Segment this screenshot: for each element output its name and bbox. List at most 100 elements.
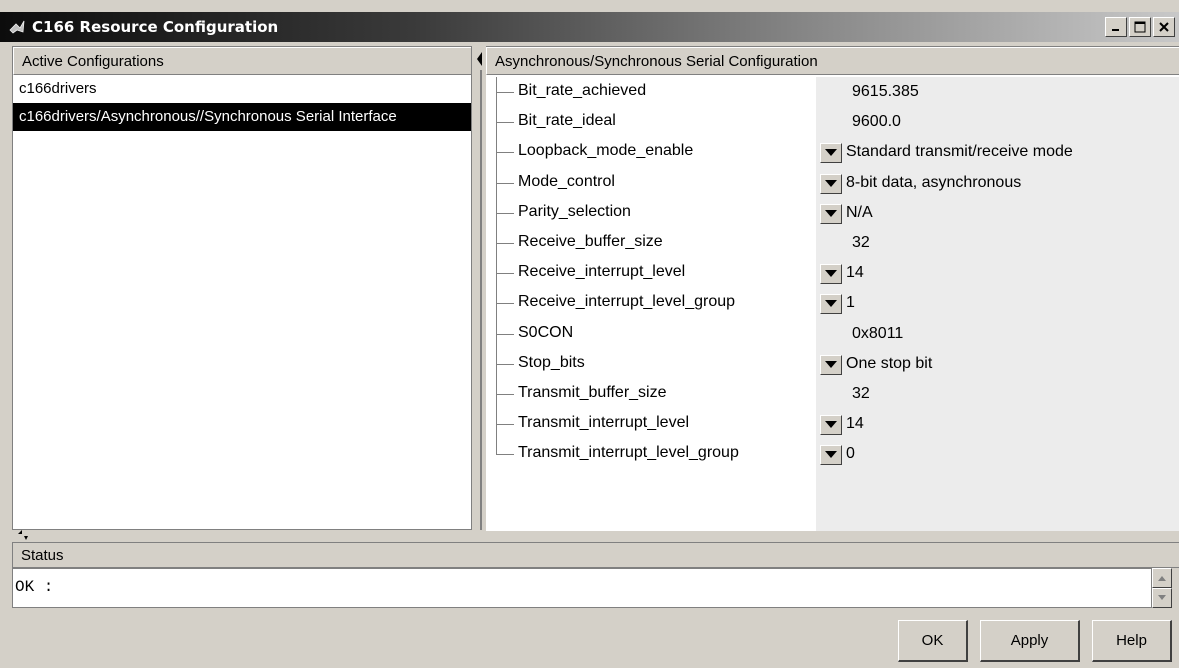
property-row: Stop_bits One stop bit xyxy=(486,349,1179,379)
configuration-list-item[interactable]: c166drivers xyxy=(13,75,471,103)
tree-branch-line xyxy=(496,333,514,335)
vertical-splitter[interactable] xyxy=(476,50,484,530)
status-header: Status xyxy=(12,542,1179,568)
ok-button[interactable]: OK xyxy=(898,620,968,662)
serial-configuration-panel: Asynchronous/Synchronous Serial Configur… xyxy=(486,46,1179,531)
close-button[interactable] xyxy=(1153,17,1175,37)
serial-configuration-header: Asynchronous/Synchronous Serial Configur… xyxy=(486,47,1179,75)
tree-branch-line xyxy=(496,454,514,456)
configuration-list-item[interactable]: c166drivers/Asynchronous//Synchronous Se… xyxy=(13,103,471,131)
property-name: Stop_bits xyxy=(518,353,585,371)
help-button[interactable]: Help xyxy=(1092,620,1172,662)
property-name: Transmit_interrupt_level_group xyxy=(518,444,739,462)
dropdown-button[interactable] xyxy=(820,264,842,285)
property-row: Mode_control 8-bit data, asynchronous xyxy=(486,168,1179,198)
property-row: Loopback_mode_enable Standard transmit/re… xyxy=(486,137,1179,167)
status-textarea[interactable]: OK : xyxy=(12,568,1152,608)
maximize-icon xyxy=(1134,21,1146,33)
arrow-down-icon xyxy=(1158,595,1166,600)
property-value: 32 xyxy=(852,385,870,402)
property-row: Transmit_interrupt_level 14 xyxy=(486,409,1179,439)
property-name: Bit_rate_ideal xyxy=(518,112,616,130)
minimize-button[interactable] xyxy=(1105,17,1127,37)
property-select-value[interactable]: N/A xyxy=(846,204,873,222)
property-row: Parity_selection N/A xyxy=(486,198,1179,228)
tree-branch-line xyxy=(496,243,514,244)
scroll-up-button[interactable] xyxy=(1152,568,1172,588)
property-select-value[interactable]: 8-bit data, asynchronous xyxy=(846,174,1021,192)
minimize-icon xyxy=(1112,29,1119,31)
tree-branch-line xyxy=(496,273,514,275)
configuration-list: c166drivers c166drivers/Asynchronous//Syn… xyxy=(13,75,471,131)
status-scrollbar[interactable] xyxy=(1152,568,1172,608)
property-value: 0x8011 xyxy=(852,324,904,342)
property-row: Bit_rate_achieved 9615.385 xyxy=(486,77,1179,107)
apply-button[interactable]: Apply xyxy=(980,620,1080,662)
dropdown-button[interactable] xyxy=(820,203,842,224)
property-select-value[interactable]: One stop bit xyxy=(846,355,932,373)
property-name: Receive_interrupt_level xyxy=(518,263,686,281)
property-name: Loopback_mode_enable xyxy=(518,142,694,160)
resource-config-window: C166 Resource Configuration Active Confi… xyxy=(0,0,1179,668)
dropdown-button[interactable] xyxy=(820,445,842,466)
active-configurations-panel: Active Configurations c166drivers c166dri… xyxy=(12,46,472,530)
triangle-down-icon xyxy=(825,270,837,278)
close-icon xyxy=(1159,22,1169,32)
active-configurations-header: Active Configurations xyxy=(13,47,471,75)
dropdown-button[interactable] xyxy=(820,173,842,194)
scroll-down-button[interactable] xyxy=(1152,588,1172,608)
property-name: Transmit_interrupt_level xyxy=(518,414,690,432)
status-text: OK : xyxy=(15,578,54,596)
tree-branch-line xyxy=(496,92,514,93)
triangle-down-icon xyxy=(825,149,837,157)
triangle-down-icon xyxy=(825,179,837,187)
dropdown-button[interactable] xyxy=(820,354,842,375)
dropdown-button[interactable] xyxy=(820,415,842,436)
window-controls xyxy=(1105,17,1175,37)
property-row: Receive_buffer_size 32 xyxy=(486,228,1179,258)
property-row: S0CON 0x8011 xyxy=(486,319,1179,349)
property-row: Transmit_interrupt_level_group 0 xyxy=(486,439,1179,469)
tree-branch-line xyxy=(496,212,514,214)
property-select-value[interactable]: 1 xyxy=(846,294,855,312)
tree-branch-line xyxy=(496,363,514,365)
title-bar[interactable]: C166 Resource Configuration xyxy=(0,12,1179,42)
property-table: Bit_rate_achieved 9615.385 Bit_rate_ideal 9… xyxy=(486,77,1179,531)
triangle-down-icon xyxy=(825,451,837,459)
property-name: Receive_buffer_size xyxy=(518,233,663,250)
property-row: Bit_rate_ideal 9600.0 xyxy=(486,107,1179,137)
property-select-value[interactable]: 14 xyxy=(846,415,864,433)
tree-branch-line xyxy=(496,152,514,154)
tree-branch-line xyxy=(496,424,514,426)
property-row: Transmit_buffer_size 32 xyxy=(486,379,1179,409)
property-name: Mode_control xyxy=(518,172,615,190)
tree-branch-line xyxy=(496,182,514,184)
property-value: 9615.385 xyxy=(852,83,919,100)
maximize-button[interactable] xyxy=(1129,17,1151,37)
property-name: Parity_selection xyxy=(518,202,631,220)
tree-branch-line xyxy=(496,394,514,395)
window-title: C166 Resource Configuration xyxy=(32,18,279,36)
dropdown-button[interactable] xyxy=(820,143,842,164)
triangle-down-icon xyxy=(825,360,837,368)
arrow-up-icon xyxy=(1158,576,1166,581)
tree-branch-line xyxy=(496,303,514,305)
property-select-value[interactable]: 0 xyxy=(846,445,855,463)
property-value: 9600.0 xyxy=(852,113,901,131)
triangle-down-icon xyxy=(825,421,837,429)
horizontal-splitter-icon[interactable] xyxy=(16,530,32,540)
dropdown-button[interactable] xyxy=(820,294,842,315)
splitter-arrow-icon xyxy=(477,52,482,66)
property-row: Receive_interrupt_level 14 xyxy=(486,258,1179,288)
property-value: 32 xyxy=(852,234,870,251)
property-name: Bit_rate_achieved xyxy=(518,82,647,99)
property-select-value[interactable]: 14 xyxy=(846,264,864,282)
triangle-down-icon xyxy=(825,209,837,217)
app-logo-icon xyxy=(9,20,25,34)
property-name: S0CON xyxy=(518,323,574,341)
tree-branch-line xyxy=(496,122,514,124)
property-name: Receive_interrupt_level_group xyxy=(518,293,736,311)
property-select-value[interactable]: Standard transmit/receive mode xyxy=(846,143,1073,161)
property-name: Transmit_buffer_size xyxy=(518,384,667,401)
triangle-down-icon xyxy=(825,300,837,308)
